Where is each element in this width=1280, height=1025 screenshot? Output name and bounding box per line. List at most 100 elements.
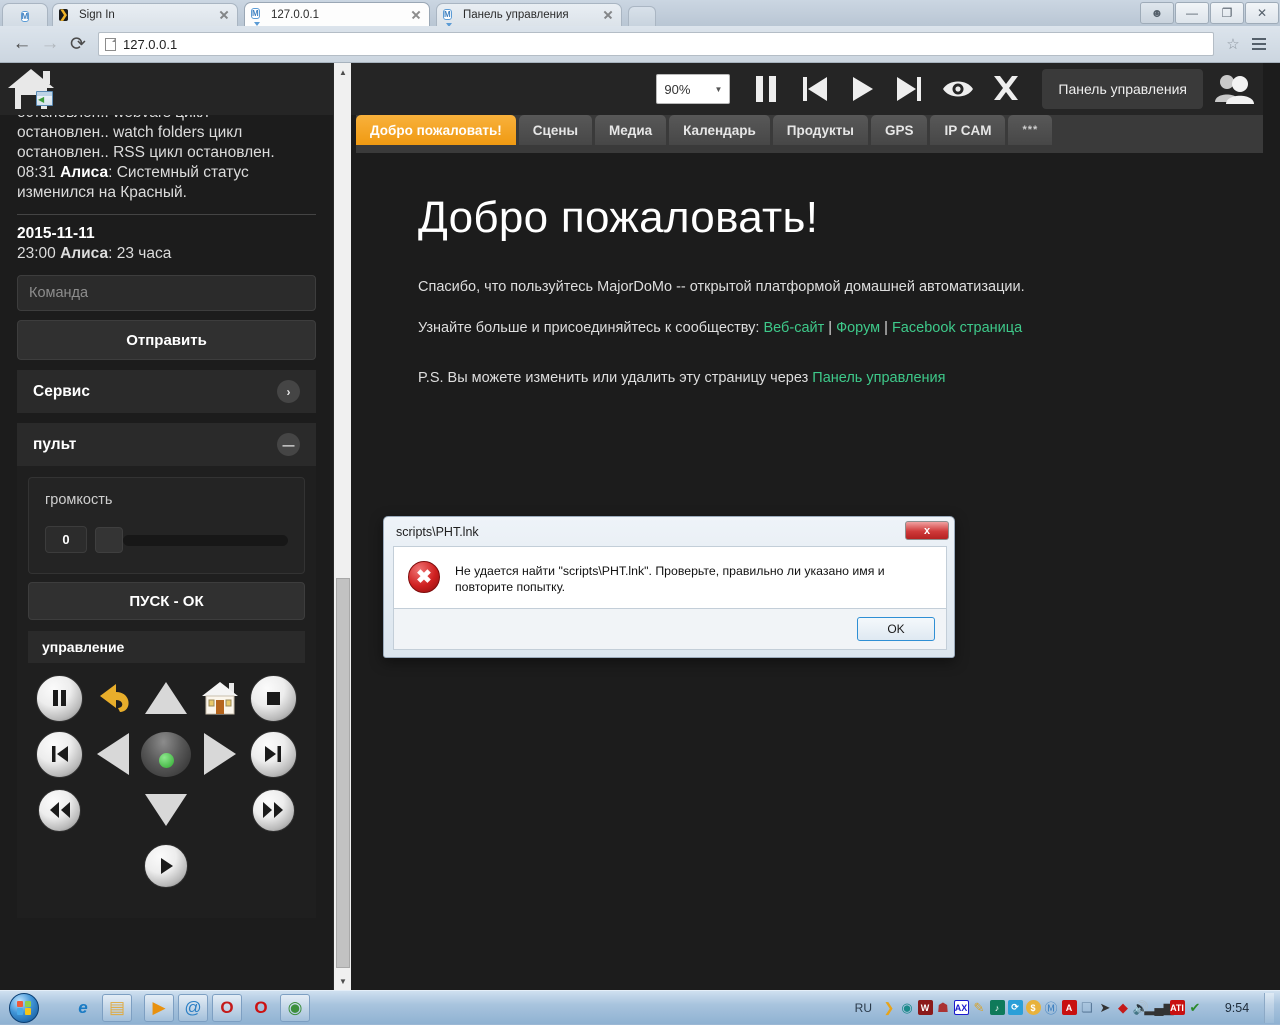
restore-button[interactable]: ❐ <box>1210 2 1244 24</box>
fast-forward-button[interactable] <box>248 785 298 835</box>
link-facebook[interactable]: Facebook страница <box>892 320 1022 336</box>
send-button[interactable]: Отправить <box>17 320 316 360</box>
slider-handle[interactable] <box>95 527 123 553</box>
tab-products[interactable]: Продукты <box>773 115 868 145</box>
scroll-up-icon[interactable]: ▲ <box>334 63 352 81</box>
tray-signal-icon[interactable]: ▂▄▆ <box>1150 997 1168 1019</box>
next-icon[interactable] <box>886 67 934 111</box>
users-icon[interactable] <box>1211 67 1257 111</box>
eye-icon[interactable] <box>934 67 982 111</box>
chevron-right-icon[interactable]: › <box>277 380 300 403</box>
dialog-ok-button[interactable]: OK <box>857 617 935 641</box>
back-arrow-button[interactable] <box>88 673 138 723</box>
tray-antenna-icon[interactable]: ➤ <box>1096 997 1114 1019</box>
link-website[interactable]: Веб-сайт <box>763 320 824 336</box>
tray-music-icon[interactable]: ♪ <box>988 997 1006 1019</box>
tray-acrobat-icon[interactable]: A <box>1060 997 1078 1019</box>
tray-arrow-icon[interactable]: ❯ <box>880 997 898 1019</box>
email-icon[interactable]: @ <box>178 994 208 1022</box>
navigation-bar: ← → ⟳ 127.0.0.1 ☆ <box>0 26 1280 63</box>
command-input[interactable]: Команда <box>17 275 316 311</box>
person-icon[interactable]: ☻ <box>1140 2 1174 24</box>
tray-sync-icon[interactable]: ⟳ <box>1006 997 1024 1019</box>
show-desktop-button[interactable] <box>1264 993 1274 1023</box>
minimize-button[interactable]: — <box>1175 2 1209 24</box>
down-arrow-button[interactable] <box>141 785 191 835</box>
tab-welcome[interactable]: Добро пожаловать! <box>356 115 516 145</box>
tray-runner-icon[interactable]: ☗ <box>934 997 952 1019</box>
forward-icon[interactable]: → <box>36 30 64 58</box>
tray-ati-icon[interactable]: ATI <box>1168 997 1186 1019</box>
tab-close-icon[interactable] <box>409 8 423 22</box>
play-icon[interactable] <box>838 67 886 111</box>
tab-ipcam[interactable]: IP CAM <box>930 115 1005 145</box>
tray-shield-icon[interactable]: ✔ <box>1186 997 1204 1019</box>
page-title: Добро пожаловать! <box>418 193 1263 243</box>
taskbar-clock[interactable]: 9:54 <box>1214 1001 1260 1015</box>
tray-language[interactable]: RU <box>855 1001 872 1015</box>
scrollbar-thumb[interactable] <box>336 578 350 968</box>
panel-service-header[interactable]: Сервис › <box>17 370 316 413</box>
close-x-icon[interactable] <box>982 67 1030 111</box>
browser-tab-sign-in[interactable]: ❯ Sign In <box>52 3 238 26</box>
pause-icon[interactable] <box>742 67 790 111</box>
pusk-ok-button[interactable]: ПУСК - ОК <box>28 582 305 620</box>
volume-slider[interactable] <box>95 527 288 553</box>
ok-button[interactable] <box>141 729 191 779</box>
reload-icon[interactable]: ⟳ <box>64 30 92 58</box>
dialog-close-button[interactable]: x <box>905 521 949 540</box>
new-tab-button[interactable] <box>628 6 656 26</box>
file-explorer-icon[interactable]: ▤ <box>102 994 132 1022</box>
tray-majordomo-icon[interactable]: Ⓜ <box>1042 997 1060 1019</box>
tab-more[interactable]: *** <box>1008 115 1052 145</box>
browser-tab-control-panel[interactable]: M Панель управления <box>436 3 622 26</box>
stop-button[interactable] <box>248 673 298 723</box>
tray-ax-icon[interactable]: AX <box>952 997 970 1019</box>
address-bar[interactable]: 127.0.0.1 <box>98 32 1214 56</box>
link-control-panel[interactable]: Панель управления <box>812 370 945 386</box>
tray-key-icon[interactable]: ✎ <box>970 997 988 1019</box>
control-panel-button[interactable]: Панель управления <box>1042 69 1203 109</box>
chrome-icon[interactable]: ◉ <box>280 994 310 1022</box>
tab-gps[interactable]: GPS <box>871 115 928 145</box>
pause-button[interactable] <box>35 673 85 723</box>
panel-remote-header[interactable]: пульт — <box>17 423 316 466</box>
hamburger-menu-icon[interactable] <box>1246 31 1272 57</box>
tray-globe-icon[interactable]: ◉ <box>898 997 916 1019</box>
opera-browser-icon[interactable]: O <box>246 994 276 1022</box>
volume-value[interactable]: 0 <box>45 526 87 553</box>
skip-forward-button[interactable] <box>248 729 298 779</box>
tray-update-icon[interactable]: ❏ <box>1078 997 1096 1019</box>
link-forum[interactable]: Форум <box>836 320 880 336</box>
media-player-icon[interactable]: ▶ <box>144 994 174 1022</box>
up-arrow-button[interactable] <box>141 673 191 723</box>
close-button[interactable]: ✕ <box>1245 2 1279 24</box>
zoom-select[interactable]: 90% ▼ <box>656 74 730 104</box>
tray-word-icon[interactable]: W <box>916 997 934 1019</box>
tab-media[interactable]: Медиа <box>595 115 666 145</box>
tab-scenes[interactable]: Сцены <box>519 115 592 145</box>
opera-icon[interactable]: O <box>212 994 242 1022</box>
scroll-down-icon[interactable]: ▼ <box>334 972 352 990</box>
play-button[interactable] <box>141 841 191 891</box>
tab-close-icon[interactable] <box>601 8 615 22</box>
back-icon[interactable]: ← <box>8 30 36 58</box>
home-button[interactable] <box>195 673 245 723</box>
page-scrollbar[interactable]: ▲ ▼ <box>333 63 351 990</box>
rewind-button[interactable] <box>35 785 85 835</box>
right-arrow-button[interactable] <box>195 729 245 779</box>
browser-tab-127-0-0-1[interactable]: M 127.0.0.1 <box>244 2 430 26</box>
internet-explorer-icon[interactable]: e <box>68 994 98 1022</box>
collapse-icon[interactable]: — <box>277 433 300 456</box>
home-logo[interactable] <box>2 63 64 115</box>
windows-start-orb[interactable] <box>2 992 46 1024</box>
previous-icon[interactable] <box>790 67 838 111</box>
tray-coin-icon[interactable]: $ <box>1024 997 1042 1019</box>
left-arrow-button[interactable] <box>88 729 138 779</box>
tray-diamond-icon[interactable]: ◆ <box>1114 997 1132 1019</box>
tab-pinned-majordomo[interactable]: M <box>2 3 48 26</box>
skip-back-button[interactable] <box>35 729 85 779</box>
tab-calendar[interactable]: Календарь <box>669 115 770 145</box>
bookmark-star-icon[interactable]: ☆ <box>1220 32 1246 56</box>
tab-close-icon[interactable] <box>217 8 231 22</box>
